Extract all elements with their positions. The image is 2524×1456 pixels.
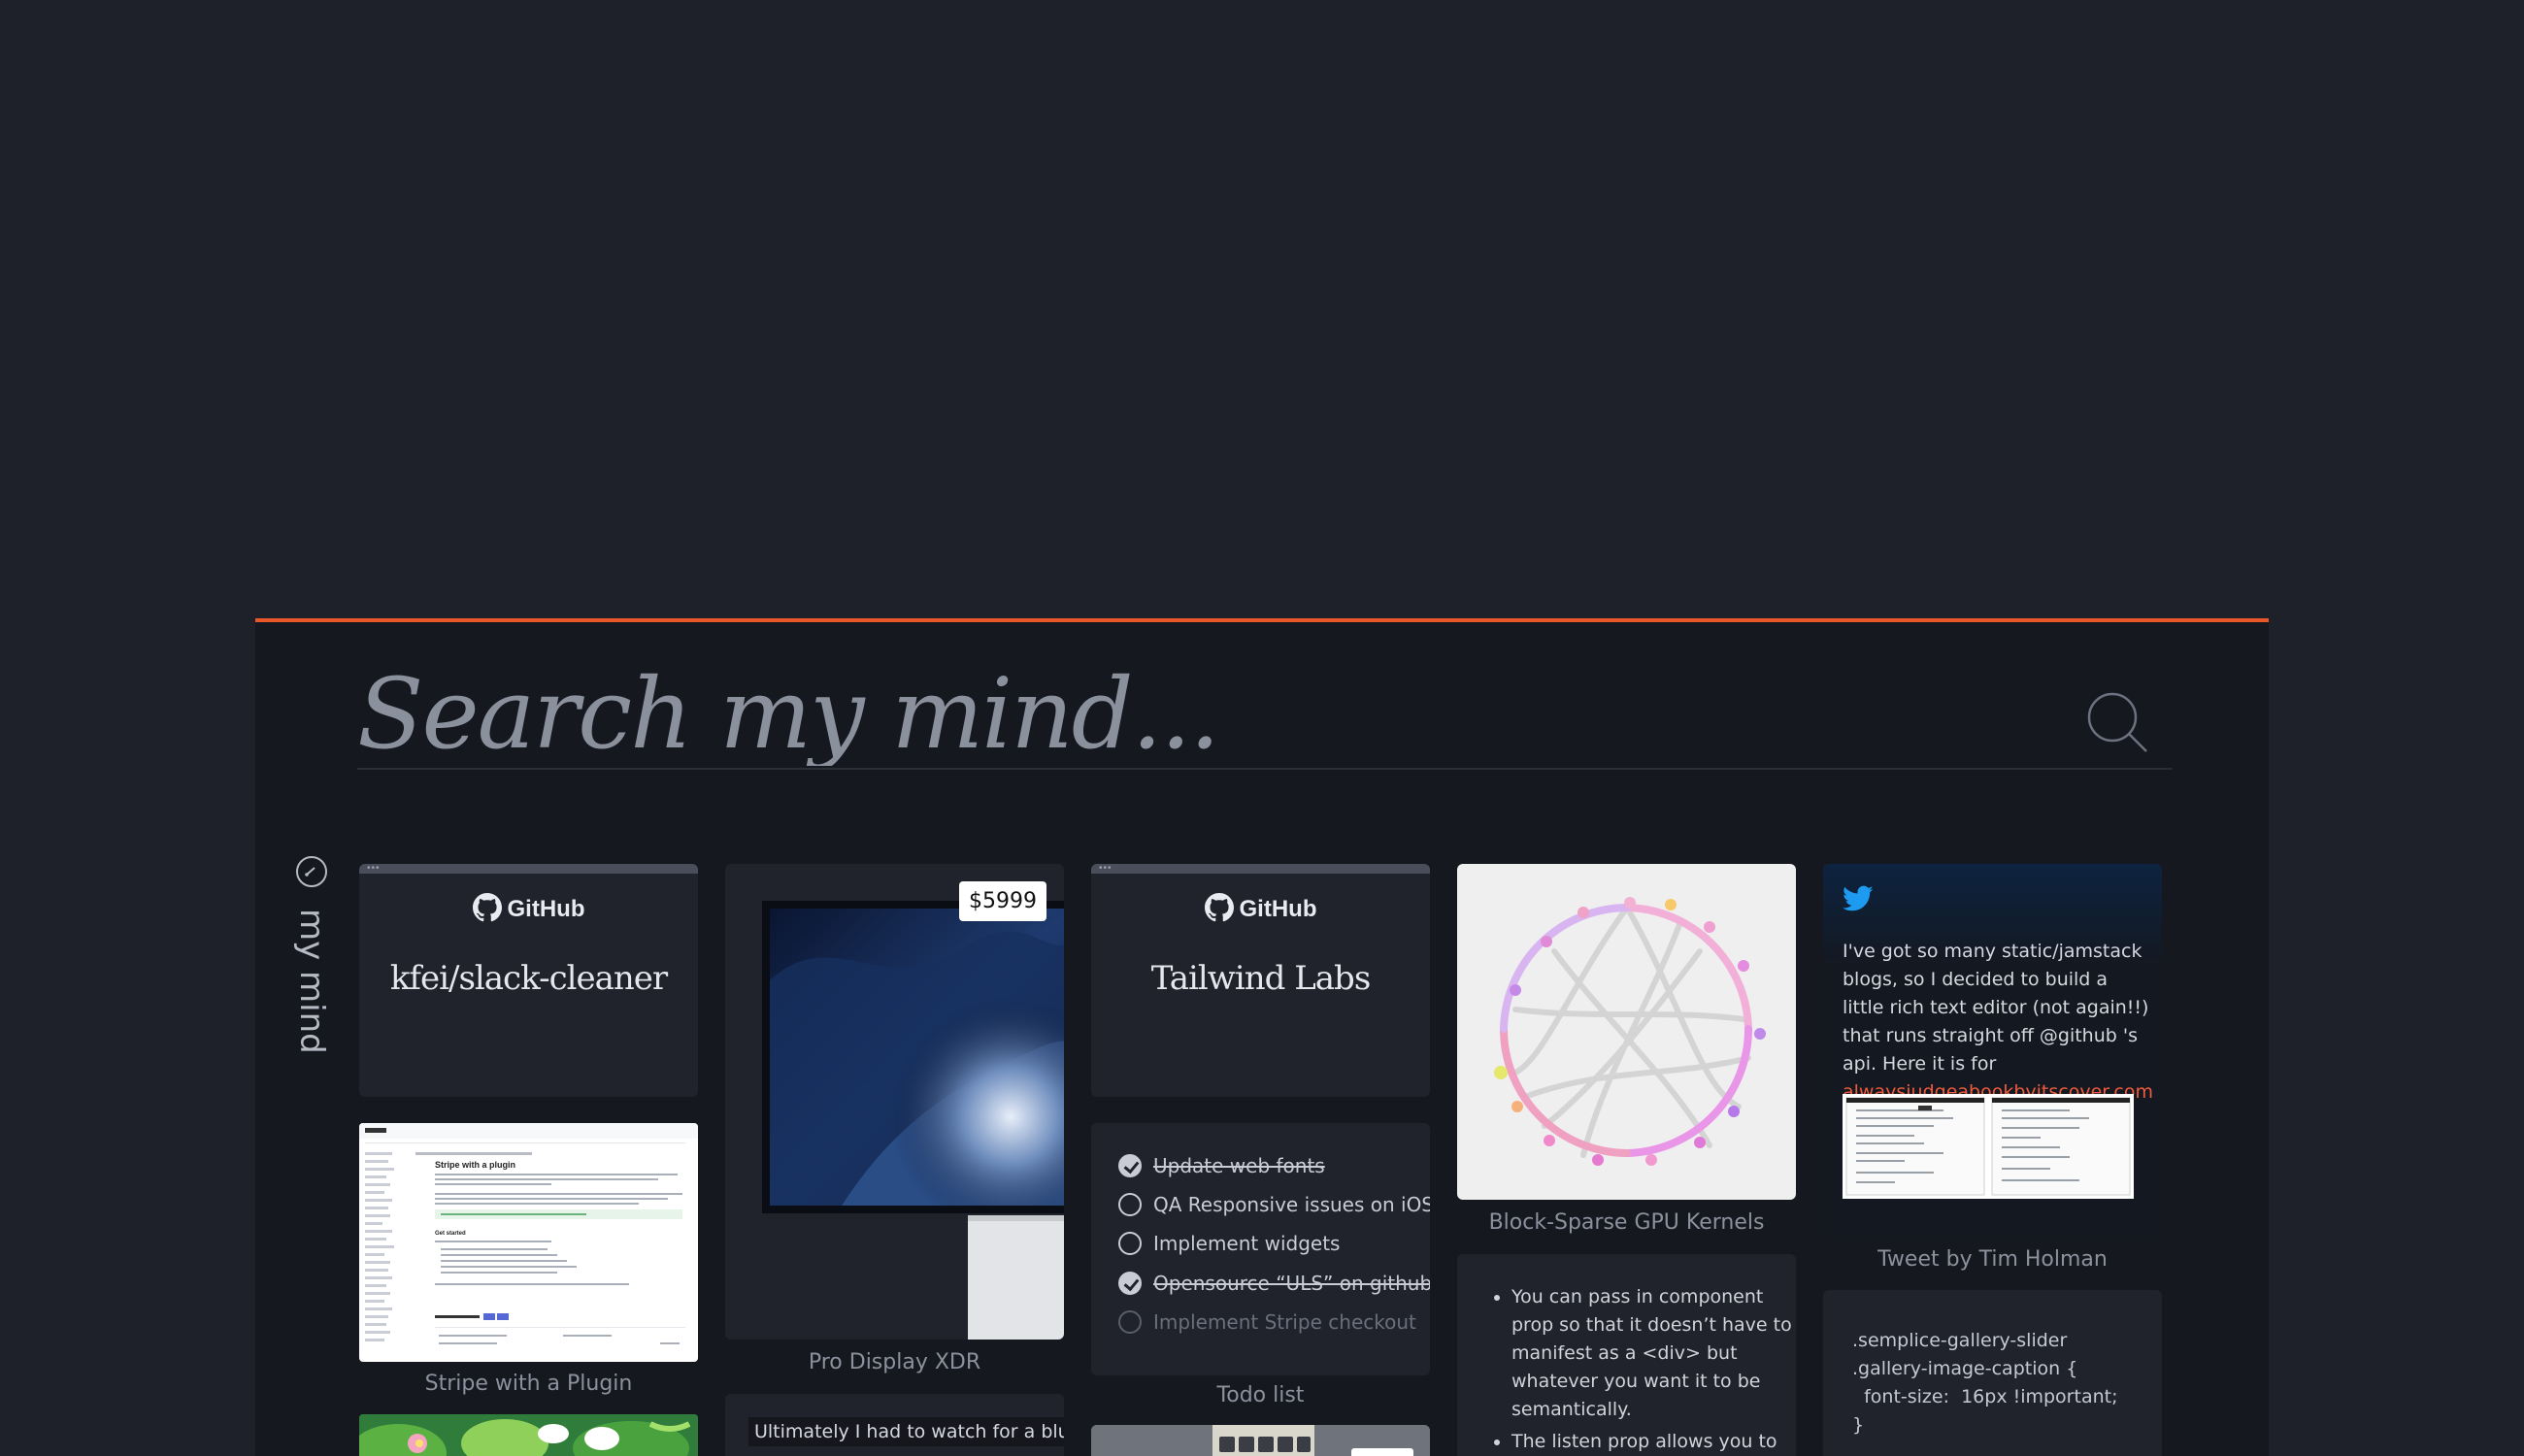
leafy-illustration — [359, 1414, 698, 1456]
tweet-card[interactable]: I've got so many static/jamstack blogs, … — [1823, 864, 2162, 1237]
mind-panel: my mind ••• GitHub kfei/slack-cleaner — [255, 618, 2269, 1456]
stripe-caption: Stripe with a Plugin — [424, 1372, 633, 1396]
github-card-slack-cleaner[interactable]: ••• GitHub kfei/slack-cleaner — [359, 864, 698, 1097]
todo-label: Implement widgets — [1153, 1232, 1341, 1255]
tweet-body: I've got so many static/jamstack blogs, … — [1843, 941, 2149, 1075]
pro-display-card[interactable]: $5999 — [725, 864, 1064, 1340]
github-icon — [472, 893, 502, 922]
todo-card: Update web fonts QA Responsive issues on… — [1091, 1123, 1430, 1375]
todo-label: Opensource “ULS” on github — [1153, 1272, 1430, 1295]
github-logo: GitHub — [359, 893, 698, 923]
checkbox[interactable] — [1118, 1232, 1142, 1255]
list-item: You can pass in component prop so that i… — [1511, 1283, 1796, 1424]
stripe-doc-thumbnail: Stripe with a plugin Get started — [359, 1123, 698, 1344]
window-bar: ••• — [359, 864, 698, 874]
keyboard-image — [1091, 1425, 1430, 1456]
twitter-icon — [1843, 885, 1874, 911]
repo-title: Tailwind Labs — [1150, 959, 1372, 998]
pro-display-image — [762, 901, 1064, 1340]
checkbox[interactable] — [1118, 1310, 1142, 1334]
checkbox[interactable] — [1118, 1193, 1142, 1216]
code-snippet: .semplice-gallery-slider .gallery-image-… — [1852, 1330, 2118, 1436]
brand-logo[interactable]: my mind — [292, 855, 331, 1069]
sparse-graph-image — [1494, 897, 1766, 1166]
tweet-text: I've got so many static/jamstack blogs, … — [1843, 938, 2153, 1107]
xdr-caption: Pro Display XDR — [808, 1350, 981, 1374]
github-label: GitHub — [507, 896, 585, 922]
github-card-tailwind[interactable]: ••• GitHub Tailwind Labs — [1091, 864, 1430, 1097]
gpu-caption: Block-Sparse GPU Kernels — [1488, 1210, 1765, 1235]
gpu-kernels-card[interactable] — [1457, 864, 1796, 1200]
tweet-screenshot — [1843, 1094, 2134, 1199]
github-icon — [1204, 893, 1234, 922]
illustration-card[interactable] — [359, 1414, 698, 1456]
stripe-doc-card[interactable]: Stripe with a plugin Get started — [359, 1123, 698, 1362]
todo-label: Implement Stripe checkout — [1153, 1310, 1416, 1334]
search-icon[interactable] — [2085, 690, 2149, 754]
doc-heading: Get started — [435, 1231, 466, 1237]
code-snippet-card[interactable]: .semplice-gallery-slider .gallery-image-… — [1823, 1290, 2162, 1456]
check-icon[interactable] — [1118, 1272, 1142, 1295]
github-logo: GitHub — [1091, 893, 1430, 923]
search-bar — [357, 661, 2173, 770]
search-input[interactable] — [357, 661, 2008, 766]
repo-title: kfei/slack-cleaner — [389, 959, 668, 998]
keyboard-card[interactable] — [1091, 1425, 1430, 1456]
note-card[interactable]: Ultimately I had to watch for a blur — [725, 1394, 1064, 1456]
tweet-caption: Tweet by Tim Holman — [1877, 1247, 2108, 1272]
notes-card[interactable]: You can pass in component prop so that i… — [1457, 1254, 1796, 1456]
brand-text: my mind — [292, 909, 331, 1054]
todo-label: Update web fonts — [1153, 1154, 1325, 1177]
list-item: The listen prop allows you to — [1511, 1428, 1796, 1456]
todo-caption: Todo list — [1216, 1383, 1305, 1407]
note-text: Ultimately I had to watch for a blur — [748, 1417, 1064, 1446]
todo-label: QA Responsive issues on iOS — [1153, 1193, 1430, 1216]
doc-title: Stripe with a plugin — [435, 1160, 515, 1170]
check-icon[interactable] — [1118, 1154, 1142, 1177]
github-label: GitHub — [1239, 896, 1317, 922]
notes-list: You can pass in component prop so that i… — [1484, 1283, 1796, 1456]
price-tag: $5999 — [959, 881, 1046, 921]
window-bar: ••• — [1091, 864, 1430, 874]
brand-icon — [296, 856, 327, 887]
